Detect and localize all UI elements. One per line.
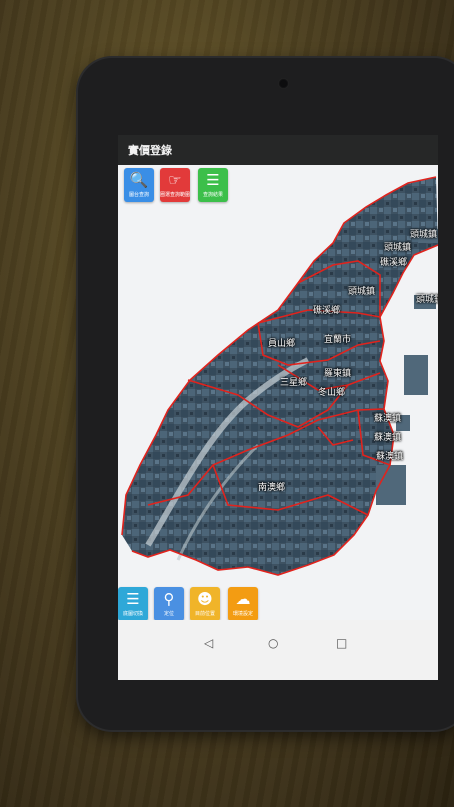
settings-button[interactable]: ☁ 環境設定 [228, 587, 258, 621]
place-label: 頭城鎮 [384, 243, 412, 253]
basemap-switch-label: 底圖切換 [122, 611, 143, 617]
locate-button[interactable]: ⚲ 定位 [154, 587, 184, 621]
place-label: 三星鄉 [280, 378, 308, 388]
locate-label: 定位 [163, 611, 174, 617]
home-icon[interactable]: ○ [268, 636, 278, 650]
app-title: 實價登錄 [128, 144, 172, 157]
cloud-icon: ☁ [235, 590, 251, 608]
place-label: 蘇澳鎮 [374, 414, 402, 424]
place-label: 員山鄉 [268, 339, 296, 349]
front-camera [278, 78, 289, 89]
list-icon: ☰ [206, 171, 220, 189]
map-canvas [121, 176, 438, 576]
place-label: 南澳鄉 [258, 483, 286, 493]
app-title-bar: 實價登錄 [118, 135, 438, 165]
basemap-switch-button[interactable]: ☰ 底圖切換 [118, 587, 148, 621]
settings-label: 環境設定 [232, 611, 253, 617]
hand-pointer-icon: ☞ [168, 171, 182, 189]
place-label: 頭城鎮 [348, 287, 376, 297]
query-results-label: 查詢結果 [202, 192, 223, 198]
back-icon[interactable]: ◁ [204, 636, 213, 650]
person-icon: ☻ [197, 590, 213, 608]
tablet-device: 實價登錄 🔍 圖台查詢 ☞ 圈選查詢範圍 ☰ 查詢結果 頭城鎮 頭城鎮 礁溪鄉 … [78, 58, 454, 730]
place-label: 羅東鎮 [324, 369, 352, 379]
android-nav-bar: ◁ ○ □ [118, 620, 438, 680]
place-label: 冬山鄉 [318, 388, 346, 398]
place-label: 宜蘭市 [324, 335, 352, 345]
location-pin-icon: ⚲ [163, 590, 175, 608]
current-location-label: 目前位置 [194, 611, 215, 617]
map-view[interactable]: 🔍 圖台查詢 ☞ 圈選查詢範圍 ☰ 查詢結果 頭城鎮 頭城鎮 礁溪鄉 頭城鎮 頭… [118, 165, 438, 621]
place-label: 礁溪鄉 [380, 258, 408, 268]
current-location-button[interactable]: ☻ 目前位置 [190, 587, 220, 621]
map-query-label: 圖台查詢 [128, 192, 149, 198]
magnifier-icon: 🔍 [129, 171, 149, 189]
select-area-label: 圈選查詢範圍 [160, 192, 190, 198]
recents-icon[interactable]: □ [336, 636, 347, 650]
place-label: 礁溪鄉 [313, 306, 341, 316]
query-results-button[interactable]: ☰ 查詢結果 [198, 168, 228, 202]
map-query-button[interactable]: 🔍 圖台查詢 [124, 168, 154, 202]
tablet-screen: 實價登錄 🔍 圖台查詢 ☞ 圈選查詢範圍 ☰ 查詢結果 頭城鎮 頭城鎮 礁溪鄉 … [118, 135, 438, 680]
layers-icon: ☰ [126, 590, 140, 608]
place-label: 蘇澳鎮 [376, 452, 404, 462]
select-area-button[interactable]: ☞ 圈選查詢範圍 [160, 168, 190, 202]
place-label: 頭城鎮 [410, 230, 438, 240]
place-label: 蘇澳鎮 [374, 433, 402, 443]
place-label: 頭城鎮 [416, 295, 438, 305]
